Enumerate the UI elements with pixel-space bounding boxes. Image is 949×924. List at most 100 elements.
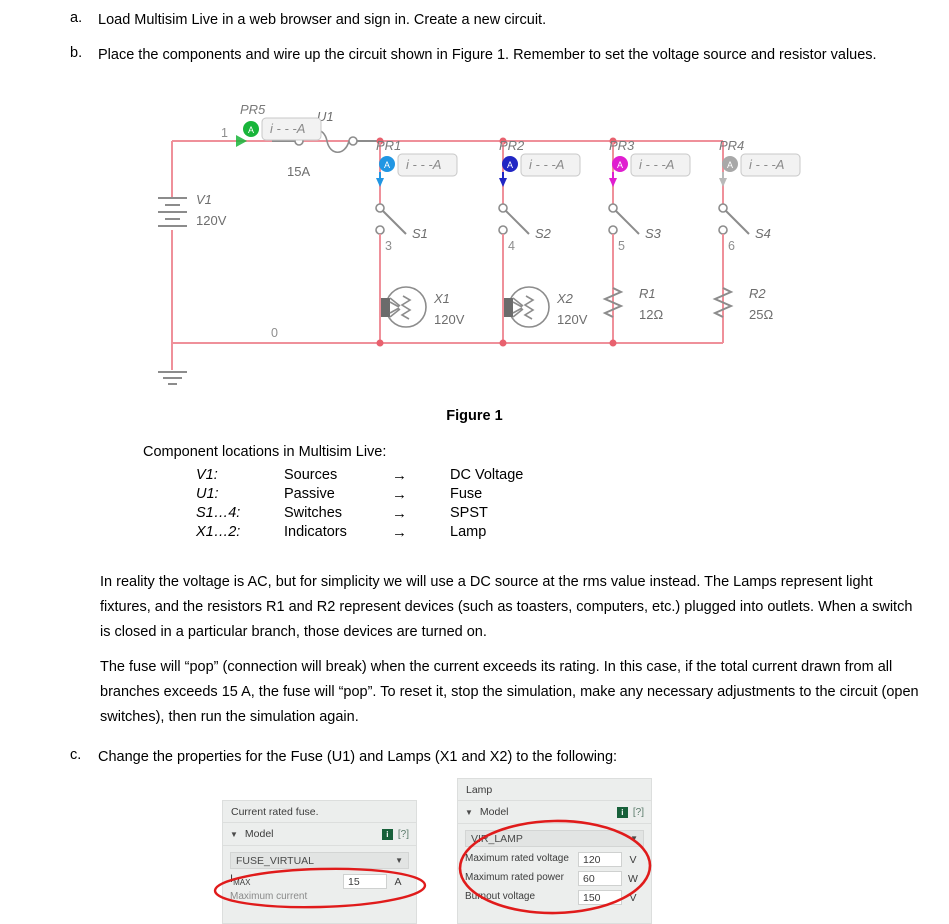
step-b: b. Place the components and wire up the … (70, 43, 930, 68)
svg-text:PR2: PR2 (499, 138, 525, 153)
arrow-icon: → (392, 486, 407, 503)
component-item: DC Voltage (450, 467, 524, 483)
component-ref: S1…4: (196, 505, 241, 521)
svg-text:A: A (384, 160, 390, 170)
lamp-panel-title: Lamp (458, 779, 651, 801)
step-c-text: Change the properties for the Fuse (U1) … (98, 749, 618, 765)
lamp-model-value: VIR_LAMP (471, 832, 523, 845)
svg-text:S1: S1 (412, 226, 428, 241)
lamp-max-power-unit: W (628, 872, 638, 885)
svg-text:120V: 120V (557, 312, 588, 327)
chevron-down-icon[interactable]: ▼ (230, 830, 238, 839)
svg-text:i - - -A: i - - -A (270, 121, 305, 136)
arrow-icon: → (392, 505, 407, 522)
lamp-burnout-voltage-unit: V (629, 891, 637, 904)
ground-symbol (158, 371, 187, 385)
info-icon[interactable]: i (381, 828, 393, 840)
chevron-down-icon[interactable]: ▼ (630, 834, 638, 843)
component-ref: X1…2: (196, 524, 241, 540)
step-a-text: Load Multisim Live in a web browser and … (98, 12, 547, 28)
voltage-source-symbol (158, 197, 187, 227)
lamp-max-voltage-input[interactable]: 120 (578, 852, 622, 867)
svg-text:PR3: PR3 (609, 138, 635, 153)
component-item: Lamp (450, 524, 487, 540)
fuse-imax-row: IMAX 15 A (223, 872, 416, 891)
svg-text:6: 6 (728, 239, 735, 253)
lamp-max-voltage-unit: V (629, 853, 637, 866)
svg-text:0: 0 (271, 326, 278, 340)
component-category: Sources (284, 467, 338, 483)
svg-text:V1: V1 (196, 192, 212, 207)
probe-PR5: A i - - -A (236, 117, 322, 147)
svg-text:PR1: PR1 (376, 138, 401, 153)
svg-text:A: A (727, 160, 733, 170)
info-icon[interactable]: i (616, 806, 628, 818)
svg-text:i - - -A: i - - -A (639, 157, 674, 172)
lamp-max-voltage-label: Maximum rated voltage (465, 853, 569, 865)
component-ref: U1: (196, 486, 219, 502)
svg-text:S4: S4 (755, 226, 771, 241)
svg-text:R2: R2 (749, 286, 766, 301)
chevron-down-icon[interactable]: ▼ (465, 808, 473, 817)
svg-text:A: A (248, 125, 254, 135)
step-a-marker: a. (70, 10, 83, 26)
component-category: Indicators (284, 524, 347, 540)
step-b-text: Place the components and wire up the cir… (98, 47, 877, 63)
lamp-model-select[interactable]: VIR_LAMP ▼ (465, 830, 644, 847)
svg-text:S2: S2 (535, 226, 552, 241)
document-page: a. Load Multisim Live in a web browser a… (0, 0, 949, 924)
svg-text:1: 1 (221, 126, 228, 140)
lamp-max-power-row: Maximum rated power 60 W (458, 869, 651, 888)
svg-text:A: A (507, 160, 513, 170)
fuse-imax-label: IMAX (230, 873, 251, 888)
fuse-panel-title: Current rated fuse. (223, 801, 416, 823)
lamp-max-power-input[interactable]: 60 (578, 871, 622, 886)
arrow-icon: → (392, 467, 407, 484)
lamp-burnout-voltage-input[interactable]: 150 (578, 890, 622, 905)
component-item: Fuse (450, 486, 483, 502)
svg-text:S3: S3 (645, 226, 662, 241)
circuit-diagram: .wire { stroke:#ef909a; stroke-width:2; … (0, 100, 949, 400)
svg-text:3: 3 (385, 239, 392, 253)
svg-text:A: A (617, 160, 623, 170)
branch-1: A i - - -A PR1 S1 3 X1 120V (375, 137, 465, 347)
lamp-properties-panel: Lamp ▼ Model i [?] VIR_LAMP ▼ Maximum ra… (457, 778, 652, 924)
lamp-max-voltage-row: Maximum rated voltage 120 V (458, 850, 651, 869)
paragraph-fuse-pop: The fuse will “pop” (connection will bre… (100, 659, 919, 725)
svg-text:12Ω: 12Ω (639, 307, 663, 322)
svg-text:X1: X1 (433, 291, 450, 306)
step-c: c. Change the properties for the Fuse (U… (70, 745, 930, 770)
branch-2: A i - - -A PR2 S2 4 X2 120V (498, 137, 588, 347)
lamp-burnout-voltage-label: Burnout voltage (465, 891, 536, 903)
branch-3: A i - - -A PR3 S3 5 R1 12Ω (602, 137, 691, 347)
step-b-marker: b. (70, 45, 83, 61)
table-row: U1: Passive → Fuse (196, 485, 523, 504)
help-link[interactable]: [?] (633, 807, 644, 818)
fuse-imax-note: Maximum current (230, 891, 308, 902)
component-item: SPST (450, 505, 488, 521)
fuse-model-select[interactable]: FUSE_VIRTUAL ▼ (230, 852, 409, 869)
component-ref: V1: (196, 467, 218, 483)
branch-4: A i - - -A PR4 S4 6 R2 25Ω (712, 138, 801, 343)
step-c-marker: c. (70, 747, 82, 763)
fuse-imax-input[interactable]: 15 (343, 874, 387, 889)
help-link[interactable]: [?] (398, 829, 409, 840)
svg-text:i - - -A: i - - -A (406, 157, 441, 172)
chevron-down-icon[interactable]: ▼ (395, 856, 403, 865)
svg-text:X2: X2 (556, 291, 574, 306)
svg-text:R1: R1 (639, 286, 656, 301)
svg-text:i - - -A: i - - -A (749, 157, 784, 172)
table-row: V1: Sources → DC Voltage (196, 466, 523, 485)
lamp-model-label: Model (479, 806, 509, 818)
fuse-model-value: FUSE_VIRTUAL (236, 854, 314, 867)
svg-text:PR4: PR4 (719, 138, 744, 153)
svg-text:5: 5 (618, 239, 625, 253)
svg-text:120V: 120V (196, 213, 227, 228)
fuse-model-section-header[interactable]: ▼ Model i [?] (223, 823, 416, 846)
lamp-model-section-header[interactable]: ▼ Model i [?] (458, 801, 651, 824)
component-locations-heading: Component locations in Multisim Live: (143, 444, 387, 460)
arrow-icon: → (392, 524, 407, 541)
fuse-imax-unit: A (394, 875, 402, 888)
svg-text:i - - -A: i - - -A (529, 157, 564, 172)
svg-text:120V: 120V (434, 312, 465, 327)
